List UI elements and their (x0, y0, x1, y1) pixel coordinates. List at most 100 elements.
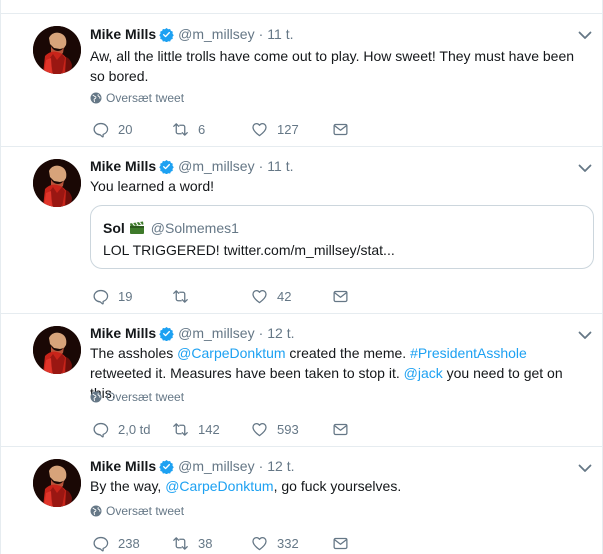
tweet-header: Mike Mills @m_millsey · 11 t. (90, 156, 293, 176)
tweet-timestamp[interactable]: 12 t. (267, 458, 294, 474)
tweet-header: Mike Mills @m_millsey · 12 t. (90, 456, 295, 476)
reply-icon (92, 535, 109, 552)
author-handle[interactable]: @m_millsey (178, 325, 254, 341)
clapperboard-emoji (129, 221, 145, 235)
author-handle[interactable]: @m_millsey (178, 158, 254, 174)
avatar[interactable] (33, 326, 81, 374)
chevron-down-icon[interactable] (578, 163, 592, 173)
tweet-header: Mike Mills @m_millsey · 12 t. (90, 323, 295, 343)
chevron-down-icon[interactable] (578, 330, 592, 340)
translate-label: Oversæt tweet (106, 390, 185, 404)
author-handle[interactable]: @m_millsey (178, 26, 254, 42)
retweet-count: 142 (198, 421, 220, 437)
like-button[interactable]: 42 (251, 286, 291, 306)
retweet-count: 38 (198, 535, 213, 551)
retweet-button[interactable]: 6 (172, 119, 205, 139)
direct-message-icon (332, 535, 349, 552)
like-count: 593 (277, 421, 299, 437)
globe-icon (90, 391, 102, 403)
tweet-header: Mike Mills @m_millsey · 11 t. (90, 24, 293, 44)
reply-button[interactable]: 20 (92, 119, 132, 139)
quoted-tweet[interactable]: Sol @Solmemes1 LOL TRIGGERED! twitter.co… (90, 205, 594, 269)
tweet-text-part: By the way, (90, 478, 166, 494)
reply-button[interactable]: 2,0 td (92, 419, 151, 439)
tweet-text-part: You learned a word! (90, 178, 215, 194)
retweet-count: 6 (198, 121, 206, 137)
reply-count: 19 (118, 288, 133, 304)
like-icon (251, 421, 268, 438)
direct-message-button[interactable] (332, 533, 358, 553)
retweet-icon (172, 288, 189, 305)
like-button[interactable]: 332 (251, 533, 299, 553)
mention-link[interactable]: @jack (404, 365, 443, 381)
tweet-text: Aw, all the little trolls have come out … (90, 46, 592, 86)
avatar[interactable] (33, 459, 81, 507)
translate-tweet-link[interactable]: Oversæt tweet (90, 389, 184, 405)
tweet[interactable]: Mike Mills @m_millsey · 12 t. By the way… (1, 447, 602, 554)
author-handle[interactable]: @m_millsey (178, 458, 254, 474)
like-button[interactable]: 593 (251, 419, 299, 439)
translate-label: Oversæt tweet (106, 91, 185, 105)
direct-message-button[interactable] (332, 419, 358, 439)
retweet-button[interactable]: 38 (172, 533, 212, 553)
verified-badge-icon (159, 459, 174, 474)
tweet-timestamp[interactable]: 11 t. (267, 158, 293, 174)
retweet-button[interactable]: 142 (172, 419, 220, 439)
tweet-timestamp[interactable]: 11 t. (267, 26, 293, 42)
separator: · (258, 158, 264, 174)
translate-label: Oversæt tweet (106, 504, 185, 518)
separator: · (258, 458, 264, 474)
reply-icon (92, 421, 109, 438)
avatar[interactable] (33, 26, 81, 74)
verified-badge-icon (159, 326, 174, 341)
separator: · (258, 26, 264, 42)
mention-link[interactable]: @CarpeDonktum (177, 345, 285, 361)
direct-message-button[interactable] (332, 286, 358, 306)
like-icon (251, 535, 268, 552)
tweet-text: You learned a word! (90, 176, 592, 196)
chevron-down-icon[interactable] (578, 463, 592, 473)
reply-icon (92, 288, 109, 305)
author-name[interactable]: Mike Mills (90, 26, 156, 42)
quoted-author-name: Sol (103, 220, 125, 236)
tweet-text-part: Aw, all the little trolls have come out … (90, 48, 575, 84)
chevron-down-icon[interactable] (578, 30, 592, 40)
author-name[interactable]: Mike Mills (90, 458, 156, 474)
reply-button[interactable]: 19 (92, 286, 132, 306)
tweet-timestamp[interactable]: 12 t. (267, 325, 294, 341)
like-icon (251, 121, 268, 138)
like-icon (251, 288, 268, 305)
direct-message-icon (332, 288, 349, 305)
author-name[interactable]: Mike Mills (90, 325, 156, 341)
like-count: 127 (277, 121, 299, 137)
translate-tweet-link[interactable]: Oversæt tweet (90, 503, 184, 519)
reply-count: 2,0 td (118, 421, 151, 437)
reply-button[interactable]: 238 (92, 533, 140, 553)
direct-message-icon (332, 421, 349, 438)
verified-badge-icon (159, 27, 174, 42)
globe-icon (90, 92, 102, 104)
quoted-author-handle: @Solmemes1 (150, 220, 239, 236)
like-button[interactable]: 127 (251, 119, 299, 139)
tweet-text: By the way, @CarpeDonktum, go fuck yours… (90, 476, 592, 496)
retweet-icon (172, 421, 189, 438)
tweet[interactable]: Mike Mills @m_millsey · 12 t. The asshol… (1, 314, 602, 447)
author-name[interactable]: Mike Mills (90, 158, 156, 174)
hashtag-link[interactable]: #PresidentAsshole (410, 345, 527, 361)
timeline: Mike Mills @m_millsey · 11 t. Aw, all th… (0, 0, 603, 554)
mention-link[interactable]: @CarpeDonktum (165, 478, 273, 494)
direct-message-icon (332, 121, 349, 138)
quoted-tweet-header: Sol @Solmemes1 (103, 220, 239, 236)
translate-tweet-link[interactable]: Oversæt tweet (90, 90, 184, 106)
reply-count: 238 (118, 535, 140, 551)
like-count: 332 (277, 535, 299, 551)
tweet-text-part: , go fuck yourselves. (273, 478, 402, 494)
tweet[interactable]: Mike Mills @m_millsey · 11 t. You learne… (1, 147, 602, 314)
tweet-text-part: created the meme. (285, 345, 411, 361)
avatar[interactable] (33, 159, 81, 207)
tweet-text-part: retweeted it. Measures have been taken t… (90, 365, 404, 381)
verified-badge-icon (159, 159, 174, 174)
direct-message-button[interactable] (332, 119, 358, 139)
retweet-button[interactable] (172, 286, 198, 306)
tweet[interactable]: Mike Mills @m_millsey · 11 t. Aw, all th… (1, 14, 602, 147)
